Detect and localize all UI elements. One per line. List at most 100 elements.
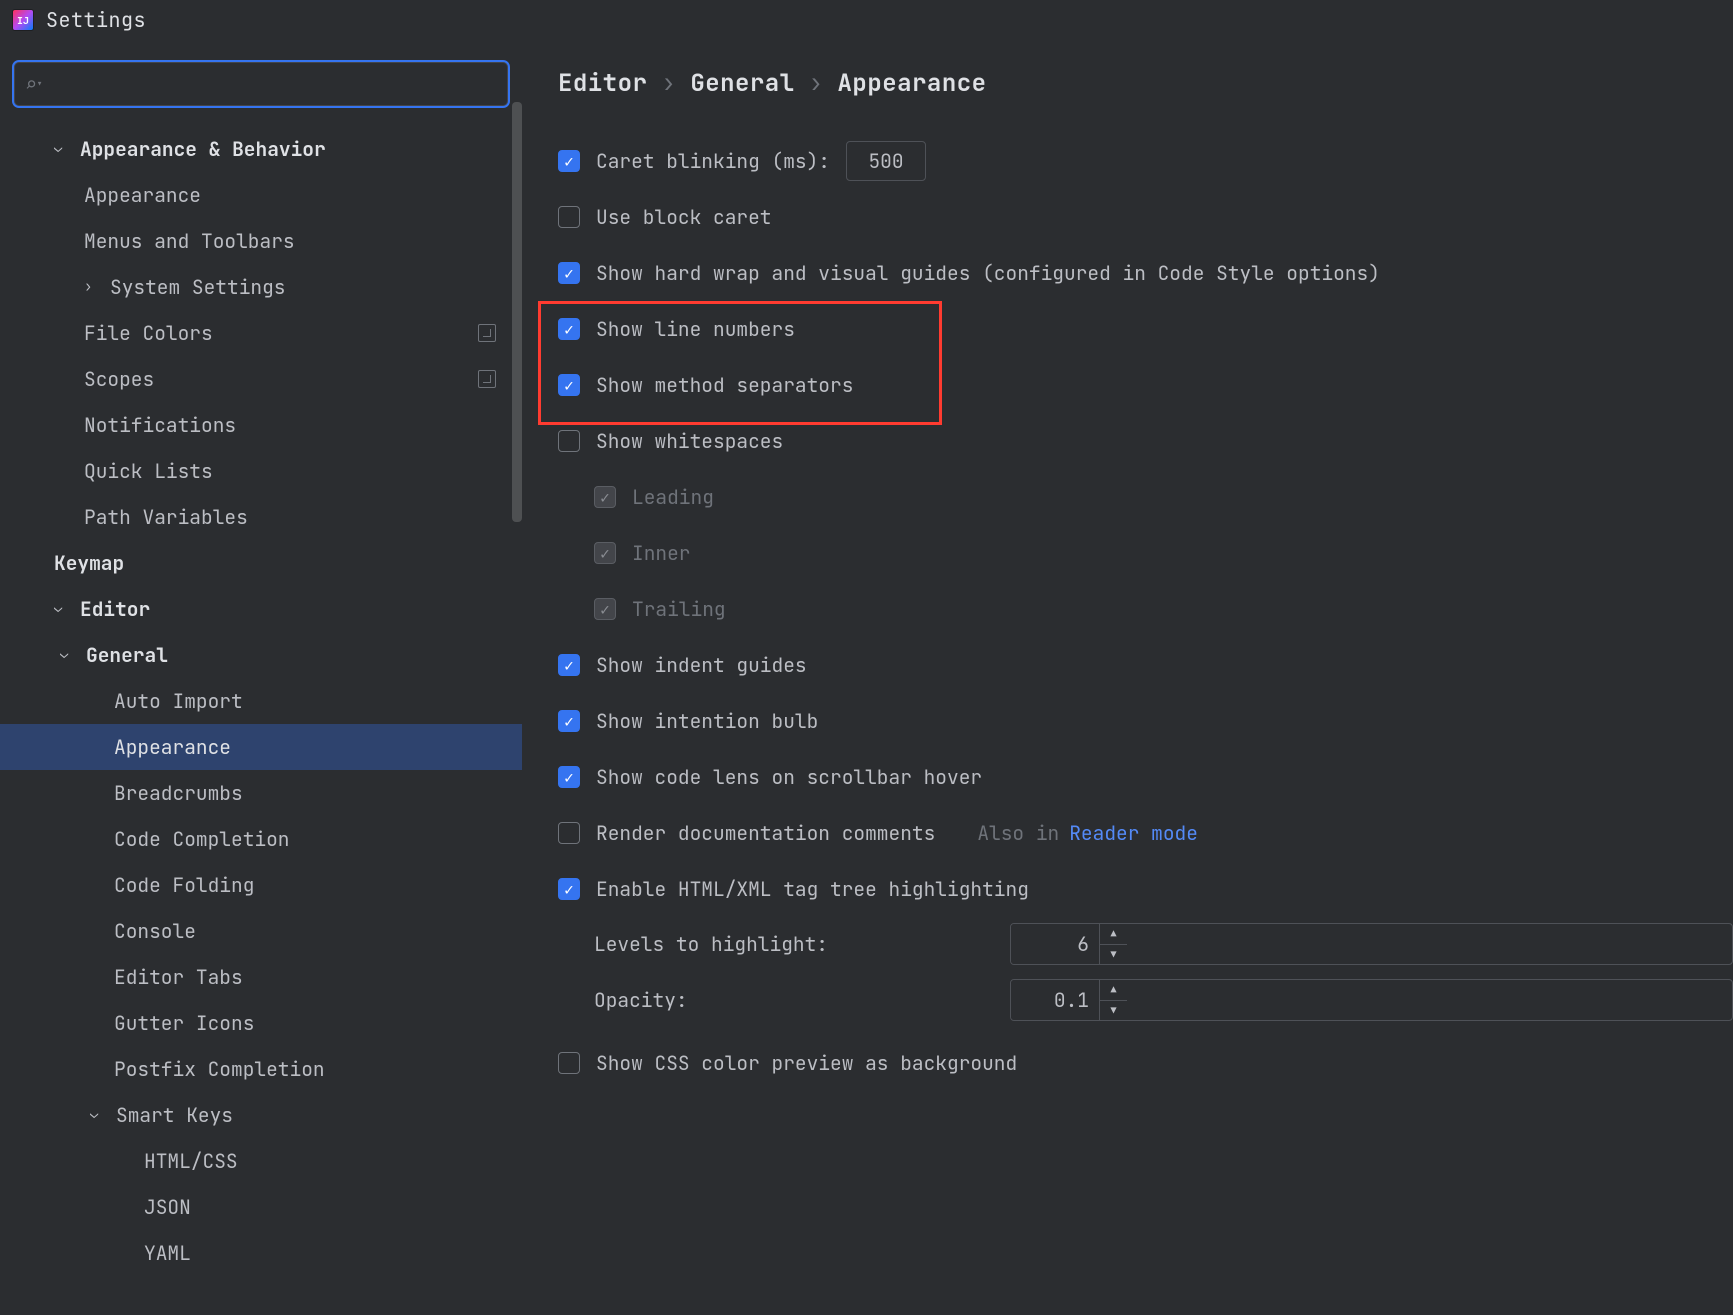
hard-wrap-checkbox[interactable]	[558, 262, 580, 284]
sidebar: ⌕ ▾ ⌄Appearance & Behavior Appearance Me…	[0, 40, 522, 1315]
chevron-down-icon: ⌄	[54, 139, 74, 157]
tree-item-keymap[interactable]: Keymap	[0, 540, 522, 586]
tree-item-code-folding[interactable]: Code Folding	[0, 862, 522, 908]
tree-item-scopes[interactable]: Scopes	[0, 356, 522, 402]
content-panel: Editor › General › Appearance Caret blin…	[522, 40, 1733, 1315]
breadcrumb-appearance: Appearance	[838, 68, 987, 99]
project-badge-icon	[478, 324, 496, 342]
inner-label: Inner	[632, 540, 691, 566]
tree-item-postfix-completion[interactable]: Postfix Completion	[0, 1046, 522, 1092]
hard-wrap-label: Show hard wrap and visual guides (config…	[596, 260, 1380, 286]
trailing-checkbox	[594, 598, 616, 620]
tree-item-appearance[interactable]: Appearance	[0, 172, 522, 218]
caret-blinking-input[interactable]	[846, 141, 926, 181]
row-code-lens: Show code lens on scrollbar hover	[558, 749, 1733, 805]
levels-up-icon[interactable]: ▲	[1100, 924, 1127, 945]
indent-guides-label: Show indent guides	[596, 652, 807, 678]
opacity-label: Opacity:	[594, 987, 1010, 1013]
tree-item-editor[interactable]: ⌄Editor	[0, 586, 522, 632]
also-in-hint: Also in	[977, 820, 1059, 846]
tree-item-auto-import[interactable]: Auto Import	[0, 678, 522, 724]
settings-tree: ⌄Appearance & Behavior Appearance Menus …	[0, 118, 522, 1276]
opacity-spinner[interactable]: ▲ ▼	[1010, 979, 1733, 1021]
indent-guides-checkbox[interactable]	[558, 654, 580, 676]
row-method-separators: Show method separators	[558, 357, 1733, 413]
tree-item-menus-toolbars[interactable]: Menus and Toolbars	[0, 218, 522, 264]
row-leading: Leading	[558, 469, 1733, 525]
leading-label: Leading	[632, 484, 714, 510]
row-block-caret: Use block caret	[558, 189, 1733, 245]
app-icon	[12, 9, 34, 31]
levels-down-icon[interactable]: ▼	[1100, 945, 1127, 965]
line-numbers-label: Show line numbers	[596, 316, 795, 342]
tree-item-smart-keys[interactable]: ⌄Smart Keys	[0, 1092, 522, 1138]
breadcrumb-editor[interactable]: Editor	[558, 68, 647, 99]
tree-item-path-variables[interactable]: Path Variables	[0, 494, 522, 540]
row-intention-bulb: Show intention bulb	[558, 693, 1733, 749]
titlebar: Settings	[0, 0, 1733, 40]
levels-label: Levels to highlight:	[594, 931, 1010, 957]
levels-input[interactable]	[1011, 924, 1099, 964]
row-inner: Inner	[558, 525, 1733, 581]
method-separators-checkbox[interactable]	[558, 374, 580, 396]
tree-item-quick-lists[interactable]: Quick Lists	[0, 448, 522, 494]
css-preview-checkbox[interactable]	[558, 1052, 580, 1074]
search-field[interactable]	[45, 71, 507, 97]
leading-checkbox	[594, 486, 616, 508]
tree-item-system-settings[interactable]: ›System Settings	[0, 264, 522, 310]
caret-blinking-label: Caret blinking (ms):	[596, 148, 830, 174]
code-lens-checkbox[interactable]	[558, 766, 580, 788]
whitespaces-checkbox[interactable]	[558, 430, 580, 452]
breadcrumb-separator: ›	[661, 68, 676, 99]
tree-item-console[interactable]: Console	[0, 908, 522, 954]
row-hard-wrap: Show hard wrap and visual guides (config…	[558, 245, 1733, 301]
tree-item-json[interactable]: JSON	[0, 1184, 522, 1230]
opacity-up-icon[interactable]: ▲	[1100, 980, 1127, 1001]
row-render-doc: Render documentation comments Also in Re…	[558, 805, 1733, 861]
tree-item-notifications[interactable]: Notifications	[0, 402, 522, 448]
opacity-input[interactable]	[1011, 980, 1099, 1020]
project-badge-icon	[478, 370, 496, 388]
breadcrumb-separator: ›	[809, 68, 824, 99]
tree-item-yaml[interactable]: YAML	[0, 1230, 522, 1276]
search-dropdown-icon[interactable]: ▾	[36, 76, 43, 92]
block-caret-checkbox[interactable]	[558, 206, 580, 228]
tree-item-editor-tabs[interactable]: Editor Tabs	[0, 954, 522, 1000]
tree-item-appearance-behavior[interactable]: ⌄Appearance & Behavior	[0, 126, 522, 172]
render-doc-label: Render documentation comments	[596, 820, 935, 846]
chevron-right-icon: ›	[84, 278, 104, 296]
tree-item-breadcrumbs[interactable]: Breadcrumbs	[0, 770, 522, 816]
chevron-down-icon: ⌄	[54, 599, 74, 617]
html-tree-label: Enable HTML/XML tag tree highlighting	[596, 876, 1029, 902]
tree-item-code-completion[interactable]: Code Completion	[0, 816, 522, 862]
row-trailing: Trailing	[558, 581, 1733, 637]
opacity-down-icon[interactable]: ▼	[1100, 1001, 1127, 1021]
levels-spinner[interactable]: ▲ ▼	[1010, 923, 1733, 965]
tree-item-html-css[interactable]: HTML/CSS	[0, 1138, 522, 1184]
window-title: Settings	[46, 7, 146, 33]
breadcrumb: Editor › General › Appearance	[558, 68, 1733, 99]
row-indent-guides: Show indent guides	[558, 637, 1733, 693]
tree-item-file-colors[interactable]: File Colors	[0, 310, 522, 356]
block-caret-label: Use block caret	[596, 204, 772, 230]
render-doc-checkbox[interactable]	[558, 822, 580, 844]
line-numbers-checkbox[interactable]	[558, 318, 580, 340]
tree-item-general[interactable]: ⌄General	[0, 632, 522, 678]
css-preview-label: Show CSS color preview as background	[596, 1050, 1017, 1076]
tree-item-gutter-icons[interactable]: Gutter Icons	[0, 1000, 522, 1046]
row-whitespaces: Show whitespaces	[558, 413, 1733, 469]
trailing-label: Trailing	[632, 596, 726, 622]
caret-blinking-checkbox[interactable]	[558, 150, 580, 172]
html-tree-checkbox[interactable]	[558, 878, 580, 900]
tree-item-appearance-selected[interactable]: Appearance	[0, 724, 522, 770]
chevron-down-icon: ⌄	[90, 1105, 110, 1123]
row-caret-blinking: Caret blinking (ms):	[558, 133, 1733, 189]
row-line-numbers: Show line numbers	[558, 301, 1733, 357]
search-input[interactable]: ⌕ ▾	[14, 62, 508, 106]
reader-mode-link[interactable]: Reader mode	[1069, 820, 1198, 846]
intention-bulb-checkbox[interactable]	[558, 710, 580, 732]
row-css-preview: Show CSS color preview as background	[558, 1035, 1733, 1091]
breadcrumb-general[interactable]: General	[690, 68, 794, 99]
intention-bulb-label: Show intention bulb	[596, 708, 818, 734]
code-lens-label: Show code lens on scrollbar hover	[596, 764, 982, 790]
